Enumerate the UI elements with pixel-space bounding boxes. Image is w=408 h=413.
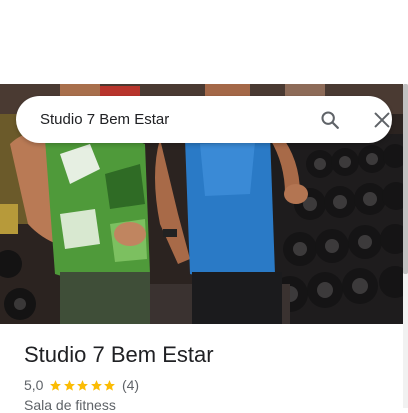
review-count[interactable]: (4) [122, 377, 139, 393]
rating-row[interactable]: 5,0 (4) [24, 376, 139, 394]
place-category: Sala de fitness [24, 397, 116, 413]
star-icon [77, 379, 89, 391]
scrollbar-thumb[interactable] [403, 84, 408, 274]
star-icon [50, 379, 62, 391]
rating-value: 5,0 [24, 377, 44, 393]
search-icon[interactable] [319, 109, 341, 131]
star-icon [64, 379, 75, 391]
star-rating [49, 379, 117, 392]
close-icon[interactable] [371, 109, 393, 131]
star-icon [91, 379, 102, 391]
star-icon [104, 379, 116, 391]
page-header-blank [0, 0, 408, 84]
search-input[interactable] [40, 96, 290, 143]
place-title: Studio 7 Bem Estar [24, 342, 214, 367]
search-box[interactable] [16, 96, 392, 143]
